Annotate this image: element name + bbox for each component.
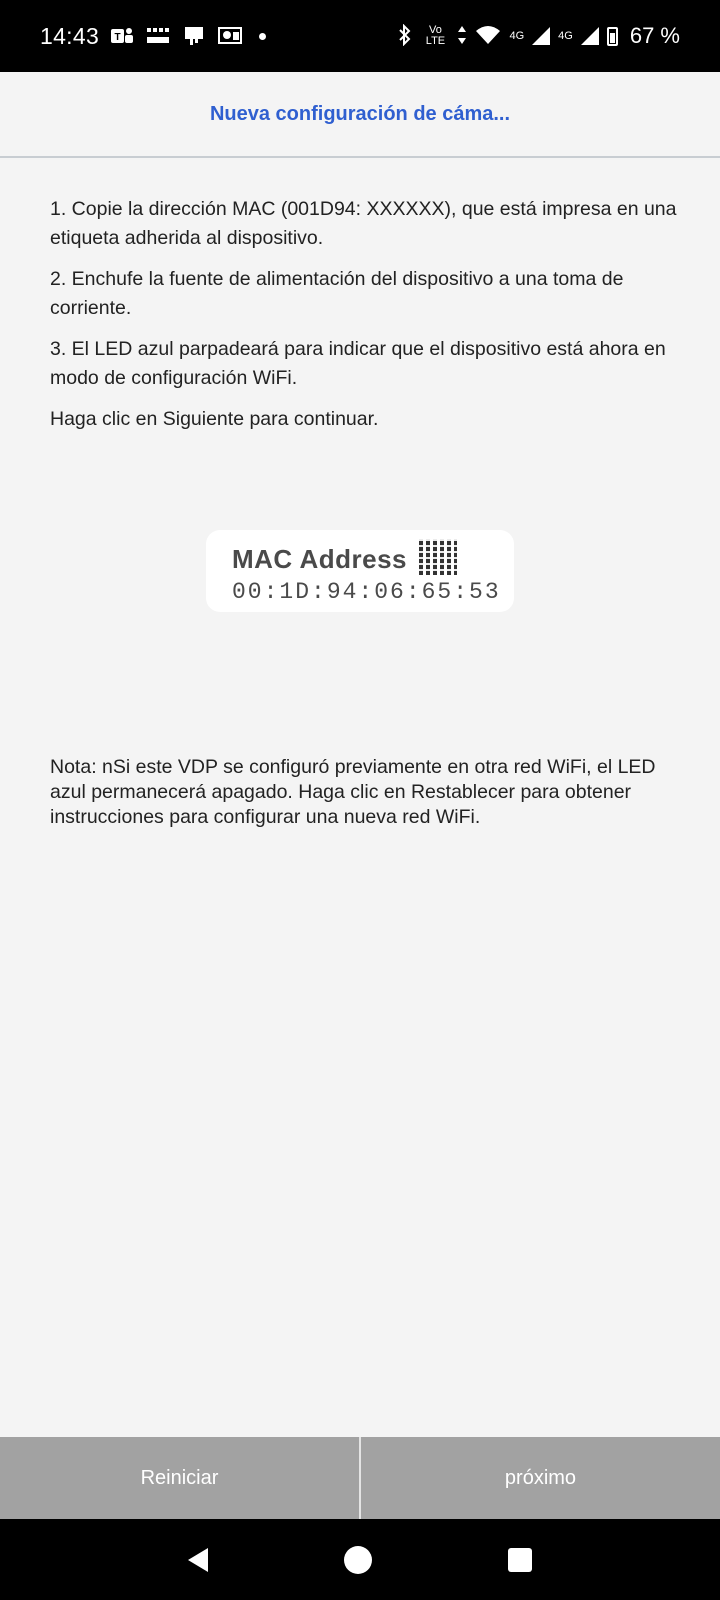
mac-address-label-card: MAC Address 00:1D:94:06:65:53 (206, 530, 514, 612)
instruction-step-3: 3. El LED azul parpadeará para indicar q… (50, 338, 666, 389)
battery-percent: 67 % (629, 23, 680, 48)
reset-button[interactable]: Reiniciar (0, 1437, 359, 1519)
instruction-step-2: 2. Enchufe la fuente de alimentación del… (50, 268, 624, 319)
signal-strength-icon-2 (580, 27, 599, 45)
title-bar: Nueva configuración de cáma... (0, 72, 720, 158)
instruction-step-1: 1. Copie la dirección MAC (001D94: XXXXX… (50, 198, 677, 249)
status-time: 14:43 (40, 22, 100, 49)
back-icon[interactable] (188, 1547, 208, 1572)
svg-text:T: T (115, 32, 121, 43)
data-arrows-icon (457, 24, 467, 49)
more-notifications-dot (259, 32, 267, 40)
status-bar: 14:43 T Vo LTE 4G 4G 67 % (0, 0, 720, 72)
status-left: 14:43 T (40, 22, 267, 50)
instructions: 1. Copie la dirección MAC (001D94: XXXXX… (50, 195, 680, 446)
device-icon (181, 24, 207, 48)
teams-icon: T (109, 24, 135, 48)
status-right: Vo LTE 4G 4G 67 % (397, 23, 680, 49)
home-icon[interactable] (344, 1545, 372, 1574)
battery-icon (606, 26, 618, 46)
signal-strength-icon-1 (532, 27, 551, 45)
bluetooth-icon (397, 23, 413, 49)
mac-title-row: MAC Address (232, 538, 492, 575)
next-button[interactable]: próximo (361, 1437, 720, 1519)
mac-title: MAC Address (232, 544, 408, 574)
mac-value: 00:1D:94:06:65:53 (232, 579, 501, 605)
camera-icon (217, 24, 243, 48)
instruction-continue: Haga clic en Siguiente para continuar. (50, 408, 379, 430)
network-type-1: 4G (509, 29, 525, 42)
recent-apps-icon[interactable] (508, 1547, 532, 1572)
wifi-icon (475, 24, 501, 49)
temu-icon (145, 24, 171, 48)
page-title: Nueva configuración de cáma... (209, 102, 511, 125)
volte-label: Vo LTE (425, 24, 446, 47)
network-type-2: 4G (558, 29, 573, 42)
datamatrix-code-icon (419, 538, 458, 575)
bottom-buttons: Reiniciar próximo (0, 1437, 720, 1519)
note-text: Nota: nSi este VDP se configuró previame… (50, 756, 656, 828)
navigation-bar (0, 1519, 720, 1600)
